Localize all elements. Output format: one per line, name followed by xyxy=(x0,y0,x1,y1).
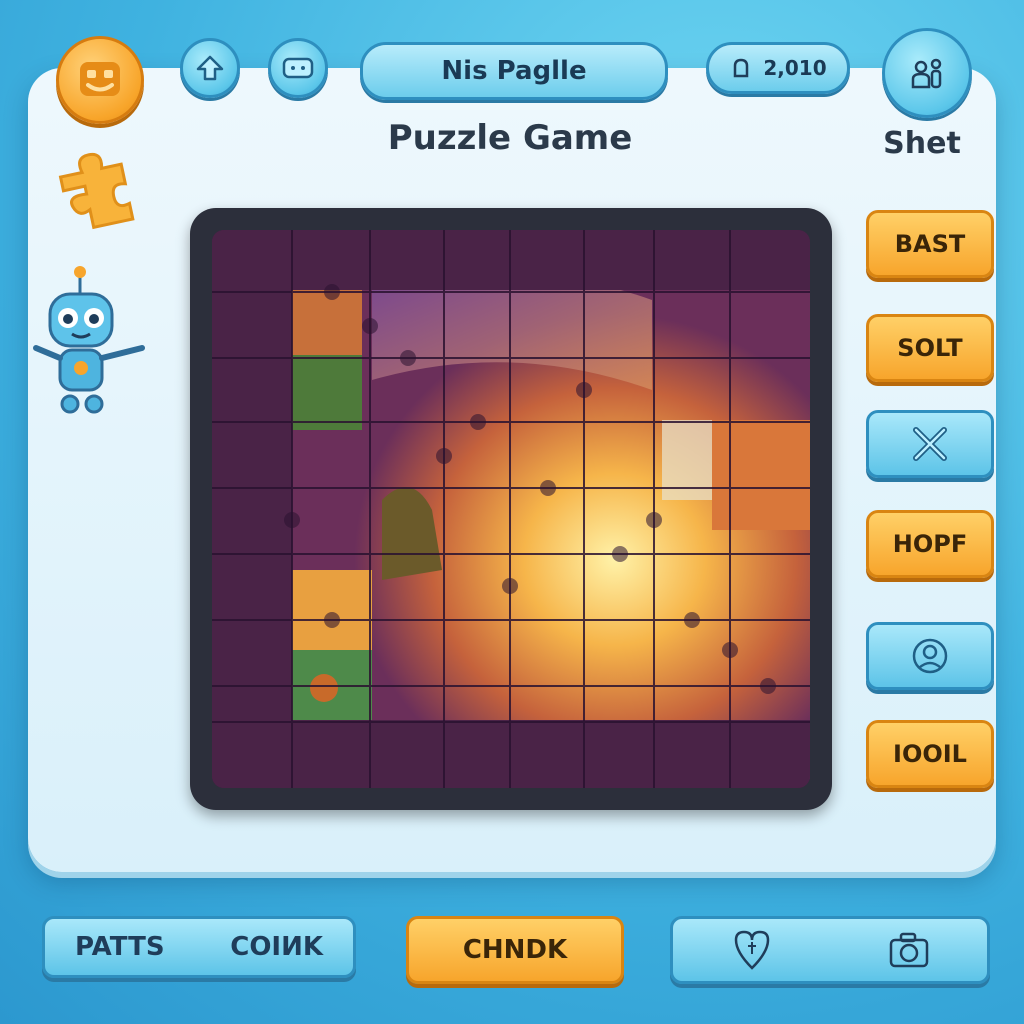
home-arrow-icon xyxy=(196,55,224,81)
user-button[interactable] xyxy=(866,622,994,690)
tools-bar[interactable] xyxy=(670,916,990,984)
level-name-pill[interactable]: Nis Paglle xyxy=(360,42,668,100)
profile-button[interactable] xyxy=(882,28,972,118)
heart-gem-icon[interactable] xyxy=(730,928,774,972)
puzzle-board[interactable] xyxy=(212,230,810,788)
solt-button[interactable]: SOLT xyxy=(866,314,994,382)
close-x-icon xyxy=(913,427,947,461)
iooil-button[interactable]: IOOIL xyxy=(866,720,994,788)
coins-label: COIИK xyxy=(230,932,323,962)
home-button[interactable] xyxy=(180,38,240,98)
hopf-button[interactable]: HOPF xyxy=(866,510,994,578)
solt-label: SOLT xyxy=(897,334,963,362)
puzzle-image xyxy=(212,230,810,788)
gamepad-icon xyxy=(282,57,314,79)
side-label: Shet xyxy=(883,126,961,161)
user-circle-icon xyxy=(912,638,948,674)
puzzle-piece-icon[interactable] xyxy=(56,146,136,230)
close-button[interactable] xyxy=(866,410,994,478)
bast-button[interactable]: BAST xyxy=(866,210,994,278)
iooil-label: IOOIL xyxy=(893,740,967,768)
smiley-face-icon xyxy=(80,62,120,96)
profile-icon xyxy=(911,58,942,89)
coin-count: 2,010 xyxy=(763,56,827,80)
hopf-label: HOPF xyxy=(892,530,968,558)
robot-mascot-icon xyxy=(33,266,145,414)
stats-button[interactable]: PATTS COIИK xyxy=(42,916,356,978)
logo-button[interactable] xyxy=(56,36,144,124)
coin-icon xyxy=(734,58,749,78)
page-title: Puzzle Game xyxy=(387,118,633,158)
patts-label: PATTS xyxy=(75,932,165,962)
bast-label: BAST xyxy=(894,230,966,258)
check-label: CHNDK xyxy=(462,935,568,965)
level-name: Nis Paglle xyxy=(441,56,587,86)
coin-counter[interactable]: 2,010 xyxy=(706,42,850,94)
controller-button[interactable] xyxy=(268,38,328,98)
camera-icon[interactable] xyxy=(887,930,931,970)
check-button[interactable]: CHNDK xyxy=(406,916,624,984)
